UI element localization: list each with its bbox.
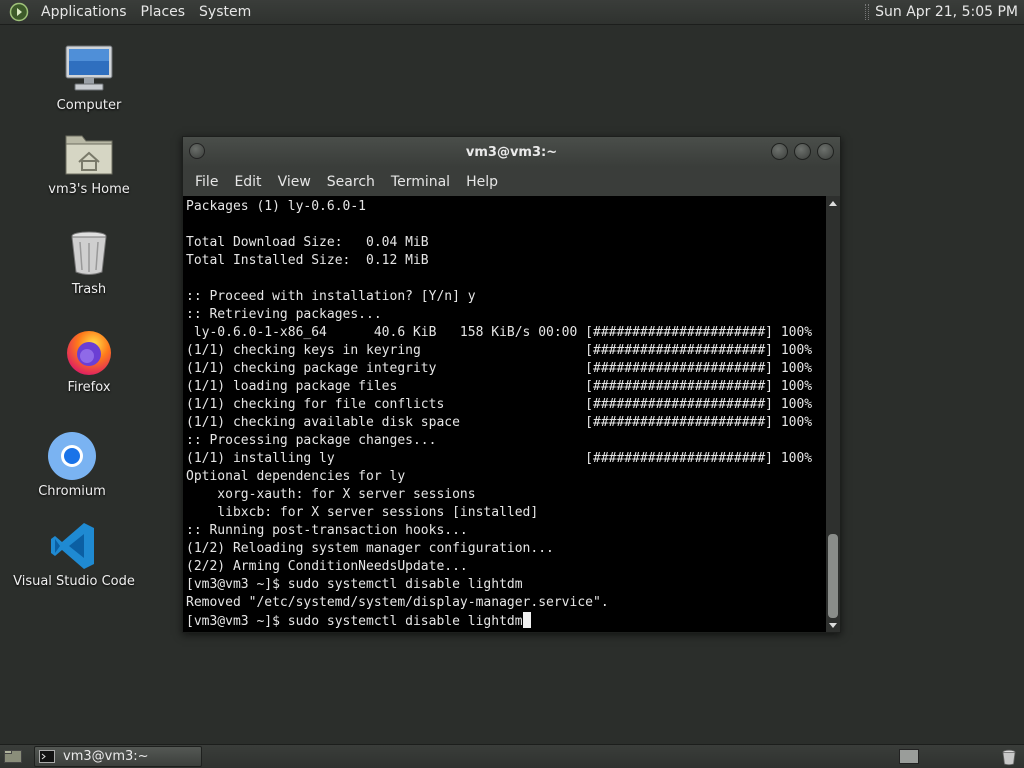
terminal-line: (2/2) Arming ConditionNeedsUpdate... [186, 559, 468, 574]
menu-edit[interactable]: Edit [226, 174, 269, 190]
terminal-line: :: Processing package changes... [186, 433, 437, 448]
desktop-icon-chromium[interactable]: Chromium [7, 430, 137, 499]
menu-terminal[interactable]: Terminal [383, 174, 458, 190]
terminal-line: Total Download Size: 0.04 MiB [186, 235, 429, 250]
terminal-line: xorg-xauth: for X server sessions [186, 487, 476, 502]
applications-logo-icon[interactable] [9, 2, 29, 22]
terminal-line: (1/1) checking package integrity [######… [186, 361, 813, 376]
chromium-icon [46, 430, 98, 482]
maximize-button[interactable] [794, 143, 811, 160]
window-menu-button[interactable] [189, 143, 205, 159]
desktop-icon-label: Visual Studio Code [13, 574, 135, 589]
applications-menu[interactable]: Applications [34, 0, 134, 25]
top-panel: Applications Places System Sun Apr 21, 5… [0, 0, 1024, 25]
desktop-icon-trash[interactable]: Trash [24, 228, 154, 297]
bottom-panel: vm3@vm3:~ [0, 744, 1024, 768]
terminal-line: :: Running post-transaction hooks... [186, 523, 468, 538]
terminal-line: (1/1) installing ly [###################… [186, 451, 813, 466]
workspace-switcher[interactable] [899, 749, 919, 764]
terminal-menubar: File Edit View Search Terminal Help [183, 167, 840, 196]
vscode-icon [48, 520, 100, 572]
menu-file[interactable]: File [187, 174, 226, 190]
desktop-icon-vscode[interactable]: Visual Studio Code [9, 520, 139, 589]
firefox-icon [63, 326, 115, 378]
desktop-icon-label: Computer [56, 98, 122, 113]
show-desktop-icon[interactable] [4, 749, 22, 764]
desktop-icon-label: Chromium [38, 484, 106, 499]
close-button[interactable] [817, 143, 834, 160]
scrollbar-thumb[interactable] [828, 534, 838, 618]
terminal-line: Packages (1) ly-0.6.0-1 [186, 199, 367, 214]
desktop-icon-home[interactable]: vm3's Home [24, 128, 154, 197]
window-titlebar[interactable]: vm3@vm3:~ [183, 137, 840, 167]
terminal-line: (1/1) checking keys in keyring [########… [186, 343, 813, 358]
window-title: vm3@vm3:~ [465, 144, 558, 160]
terminal-line: (1/1) checking available disk space [###… [186, 415, 813, 430]
terminal-line: Optional dependencies for ly [186, 469, 406, 484]
taskbar-button-label: vm3@vm3:~ [63, 749, 149, 764]
trash-applet-icon[interactable] [1000, 748, 1018, 766]
terminal-line: (1/1) loading package files [###########… [186, 379, 813, 394]
desktop-icon-firefox[interactable]: Firefox [24, 326, 154, 395]
desktop-icon-computer[interactable]: Computer [24, 44, 154, 113]
clock[interactable]: Sun Apr 21, 5:05 PM [875, 4, 1018, 20]
scroll-up-arrow-icon[interactable] [826, 196, 840, 210]
terminal-output[interactable]: Packages (1) ly-0.6.0-1 Total Download S… [183, 196, 826, 632]
places-menu[interactable]: Places [134, 0, 193, 25]
taskbar-terminal-button[interactable]: vm3@vm3:~ [34, 746, 202, 767]
desktop-icon-label: vm3's Home [48, 182, 130, 197]
home-folder-icon [63, 128, 115, 180]
terminal-current-input: [vm3@vm3 ~]$ sudo systemctl disable ligh… [186, 614, 523, 629]
menu-help[interactable]: Help [458, 174, 506, 190]
terminal-line: (1/1) checking for file conflicts [#####… [186, 397, 813, 412]
minimize-button[interactable] [771, 143, 788, 160]
terminal-icon [39, 750, 55, 763]
trash-icon [63, 228, 115, 280]
desktop-icon-label: Trash [71, 282, 107, 297]
terminal-line: Total Installed Size: 0.12 MiB [186, 253, 429, 268]
terminal-window[interactable]: vm3@vm3:~ File Edit View Search Terminal… [182, 136, 841, 633]
terminal-line: libxcb: for X server sessions [installed… [186, 505, 539, 520]
panel-separator [865, 4, 870, 20]
system-menu[interactable]: System [192, 0, 258, 25]
menu-search[interactable]: Search [319, 174, 383, 190]
terminal-line: [vm3@vm3 ~]$ sudo systemctl disable ligh… [186, 577, 523, 592]
terminal-prompt-line[interactable]: [vm3@vm3 ~]$ sudo systemctl disable ligh… [186, 612, 826, 630]
terminal-cursor [522, 612, 531, 628]
scroll-down-arrow-icon[interactable] [826, 618, 840, 632]
menu-view[interactable]: View [270, 174, 319, 190]
terminal-line: :: Proceed with installation? [Y/n] y [186, 289, 476, 304]
terminal-scrollbar[interactable] [826, 196, 840, 632]
terminal-line: (1/2) Reloading system manager configura… [186, 541, 554, 556]
terminal-line: ly-0.6.0-1-x86_64 40.6 KiB 158 KiB/s 00:… [186, 325, 813, 340]
terminal-line: :: Retrieving packages... [186, 307, 382, 322]
terminal-line: Removed "/etc/systemd/system/display-man… [186, 595, 609, 610]
computer-icon [63, 44, 115, 96]
desktop-icon-label: Firefox [67, 380, 111, 395]
